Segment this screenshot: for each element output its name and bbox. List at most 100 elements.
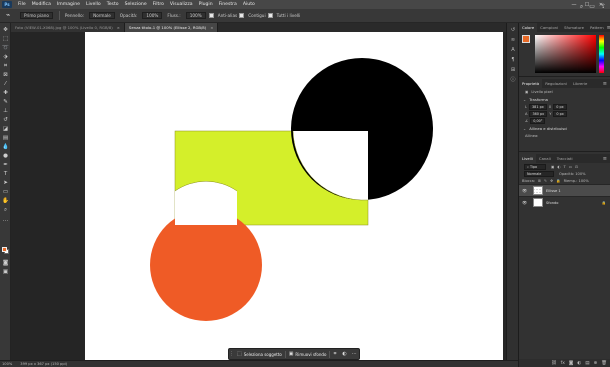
foreground-color-chip[interactable]: [522, 35, 530, 43]
align-section[interactable]: ⌄ Allinea e distribuisci: [519, 124, 610, 132]
layer-opacity[interactable]: Opacità: 100%: [559, 172, 586, 176]
filter-adjust-icon[interactable]: ◐: [557, 165, 560, 169]
delete-layer-icon[interactable]: 🗑: [601, 361, 607, 366]
layers-footer: ⛓ fx ◙ ◐ ▤ ⊕ 🗑: [519, 359, 610, 367]
lock-row: Blocca: ⊞ ✎ ✥ 🔒 Riemp.: 100%: [519, 177, 610, 184]
visibility-eye-icon[interactable]: 👁: [522, 200, 530, 205]
history-icon[interactable]: ↺: [509, 26, 517, 34]
transform-title: Trasforma: [529, 96, 548, 102]
angle-icon: ∠: [525, 118, 529, 123]
document-info[interactable]: 399 px x 367 px (150 ppi): [20, 362, 67, 366]
search-icon: ⌕: [527, 164, 529, 169]
hue-slider[interactable]: [599, 35, 604, 73]
select-subject-button[interactable]: ⬚ Seleziona soggetto: [234, 350, 285, 359]
filter-shape-icon[interactable]: ▭: [569, 165, 572, 169]
transform-icon[interactable]: ⌗: [330, 350, 340, 359]
transform-angle-row: ∠ 0,00°: [519, 117, 610, 124]
new-layer-icon[interactable]: ⊕: [594, 361, 598, 366]
divider: [519, 151, 610, 152]
y-label: Y: [549, 111, 552, 116]
align-label: Allinea:: [525, 133, 539, 138]
lock-all-icon[interactable]: 🔒: [556, 179, 560, 183]
lock-paint-icon[interactable]: ✎: [544, 179, 547, 183]
remove-background-label: Rimuovi sfondo: [295, 351, 327, 357]
saturation-brightness-field[interactable]: [535, 35, 596, 73]
layer-row-ellipse[interactable]: 👁 Ellisse 1: [519, 184, 610, 196]
transform-pos-row: A 360 px Y0 px: [519, 110, 610, 117]
layers-panel-tabs: Livelli Canali Tracciati ≡: [519, 154, 610, 163]
brush-settings-icon[interactable]: ≋: [509, 36, 517, 44]
zoom-level[interactable]: 100%: [2, 362, 12, 366]
filter-pixel-icon[interactable]: ▣: [551, 165, 554, 169]
chevron-down-icon: ⌄: [523, 96, 527, 102]
tab-layers[interactable]: Livelli: [519, 154, 536, 163]
status-bar: 100% 399 px x 367 px (150 ppi): [0, 360, 518, 367]
color-panel-tabs: Colore Campioni Sfumature Pattern ≡: [519, 23, 610, 32]
tab-channels[interactable]: Canali: [536, 154, 554, 163]
tab-patterns[interactable]: Pattern: [587, 23, 607, 32]
panel-icon-column: ↺ ≋ A ¶ ⊞ ⓘ: [506, 23, 518, 360]
visibility-eye-icon[interactable]: 👁: [522, 188, 530, 193]
x-field[interactable]: 0 px: [553, 103, 567, 110]
tab-libraries[interactable]: Librerie: [570, 79, 590, 88]
layer-fill[interactable]: Riemp.: 100%: [564, 179, 589, 183]
paragraph-icon[interactable]: ¶: [509, 56, 517, 64]
adjust-icon[interactable]: ◐: [340, 350, 350, 359]
panel-menu-icon[interactable]: ≡: [603, 156, 610, 162]
layer-style-icon[interactable]: fx: [561, 361, 565, 366]
angle-field[interactable]: 0,00°: [530, 117, 546, 124]
remove-background-icon: ▣: [288, 351, 294, 357]
tab-swatches[interactable]: Campioni: [537, 23, 561, 32]
align-title: Allinea e distribuisci: [529, 125, 568, 131]
tab-adjustments[interactable]: Regolazioni: [542, 79, 570, 88]
more-options-button[interactable]: ···: [349, 350, 359, 359]
adjustment-layer-icon[interactable]: ◐: [577, 361, 581, 366]
photoshop-window: Ps File Modifica Immagine Livello Testo …: [0, 0, 610, 367]
tab-paths[interactable]: Tracciati: [554, 154, 576, 163]
layer-row-background[interactable]: 👁 Sfondo 🔒: [519, 196, 610, 208]
layer-thumbnail: [533, 198, 543, 207]
color-picker: [519, 32, 610, 74]
remove-background-button[interactable]: ▣ Rimuovi sfondo: [286, 350, 330, 359]
align-row: Allinea:: [519, 132, 610, 139]
layer-kind-label: Tipo: [529, 164, 538, 169]
lock-label: Blocca:: [522, 178, 536, 183]
transform-size-row: L 381 px X0 px: [519, 103, 610, 110]
select-subject-icon: ⬚: [237, 351, 242, 357]
width-label: L: [525, 104, 528, 109]
orange-ellipse[interactable]: [150, 209, 262, 321]
layer-kind-filter[interactable]: ⌕ Tipo: [524, 163, 546, 170]
contextual-task-bar: ⋮ ⬚ Seleziona soggetto ▣ Rimuovi sfondo ⌗ …: [228, 348, 360, 360]
width-field[interactable]: 381 px: [529, 103, 547, 110]
right-panels: Colore Campioni Sfumature Pattern ≡ Prop…: [518, 23, 610, 367]
layer-thumbnail: [533, 186, 543, 195]
layer-type-row: ▣ Livello pixel: [519, 88, 610, 95]
lock-icon: 🔒: [601, 200, 606, 205]
layer-filter-row: ⌕ Tipo ▣ ◐ T ▭ ⊡: [519, 163, 610, 170]
x-label: X: [548, 104, 552, 109]
filter-smart-icon[interactable]: ⊡: [575, 165, 578, 169]
transform-section[interactable]: ⌄ Trasforma: [519, 95, 610, 103]
chevron-down-icon: ⌄: [523, 125, 527, 131]
lock-pixels-icon[interactable]: ⊞: [538, 179, 541, 183]
height-field[interactable]: 360 px: [529, 110, 548, 117]
character-icon[interactable]: A: [509, 46, 517, 54]
add-mask-icon[interactable]: ◙: [569, 361, 573, 366]
divider: [519, 76, 610, 77]
blend-mode-dropdown[interactable]: Normale: [524, 170, 554, 177]
tab-properties[interactable]: Proprietà: [519, 79, 543, 88]
select-subject-label: Seleziona soggetto: [243, 351, 282, 357]
info-icon[interactable]: ⓘ: [509, 76, 517, 84]
glyphs-icon[interactable]: ⊞: [509, 66, 517, 74]
link-layers-icon[interactable]: ⛓: [551, 361, 557, 366]
lock-move-icon[interactable]: ✥: [550, 179, 553, 183]
properties-panel-tabs: Proprietà Regolazioni Librerie ≡: [519, 79, 610, 88]
group-icon[interactable]: ▤: [585, 361, 589, 366]
blend-row: Normale Opacità: 100%: [519, 170, 610, 177]
y-field[interactable]: 0 px: [553, 110, 567, 117]
tab-color[interactable]: Colore: [519, 23, 538, 32]
tab-gradients[interactable]: Sfumature: [561, 23, 587, 32]
filter-type-icon[interactable]: T: [564, 165, 566, 169]
panel-menu-icon[interactable]: ≡: [603, 81, 610, 87]
